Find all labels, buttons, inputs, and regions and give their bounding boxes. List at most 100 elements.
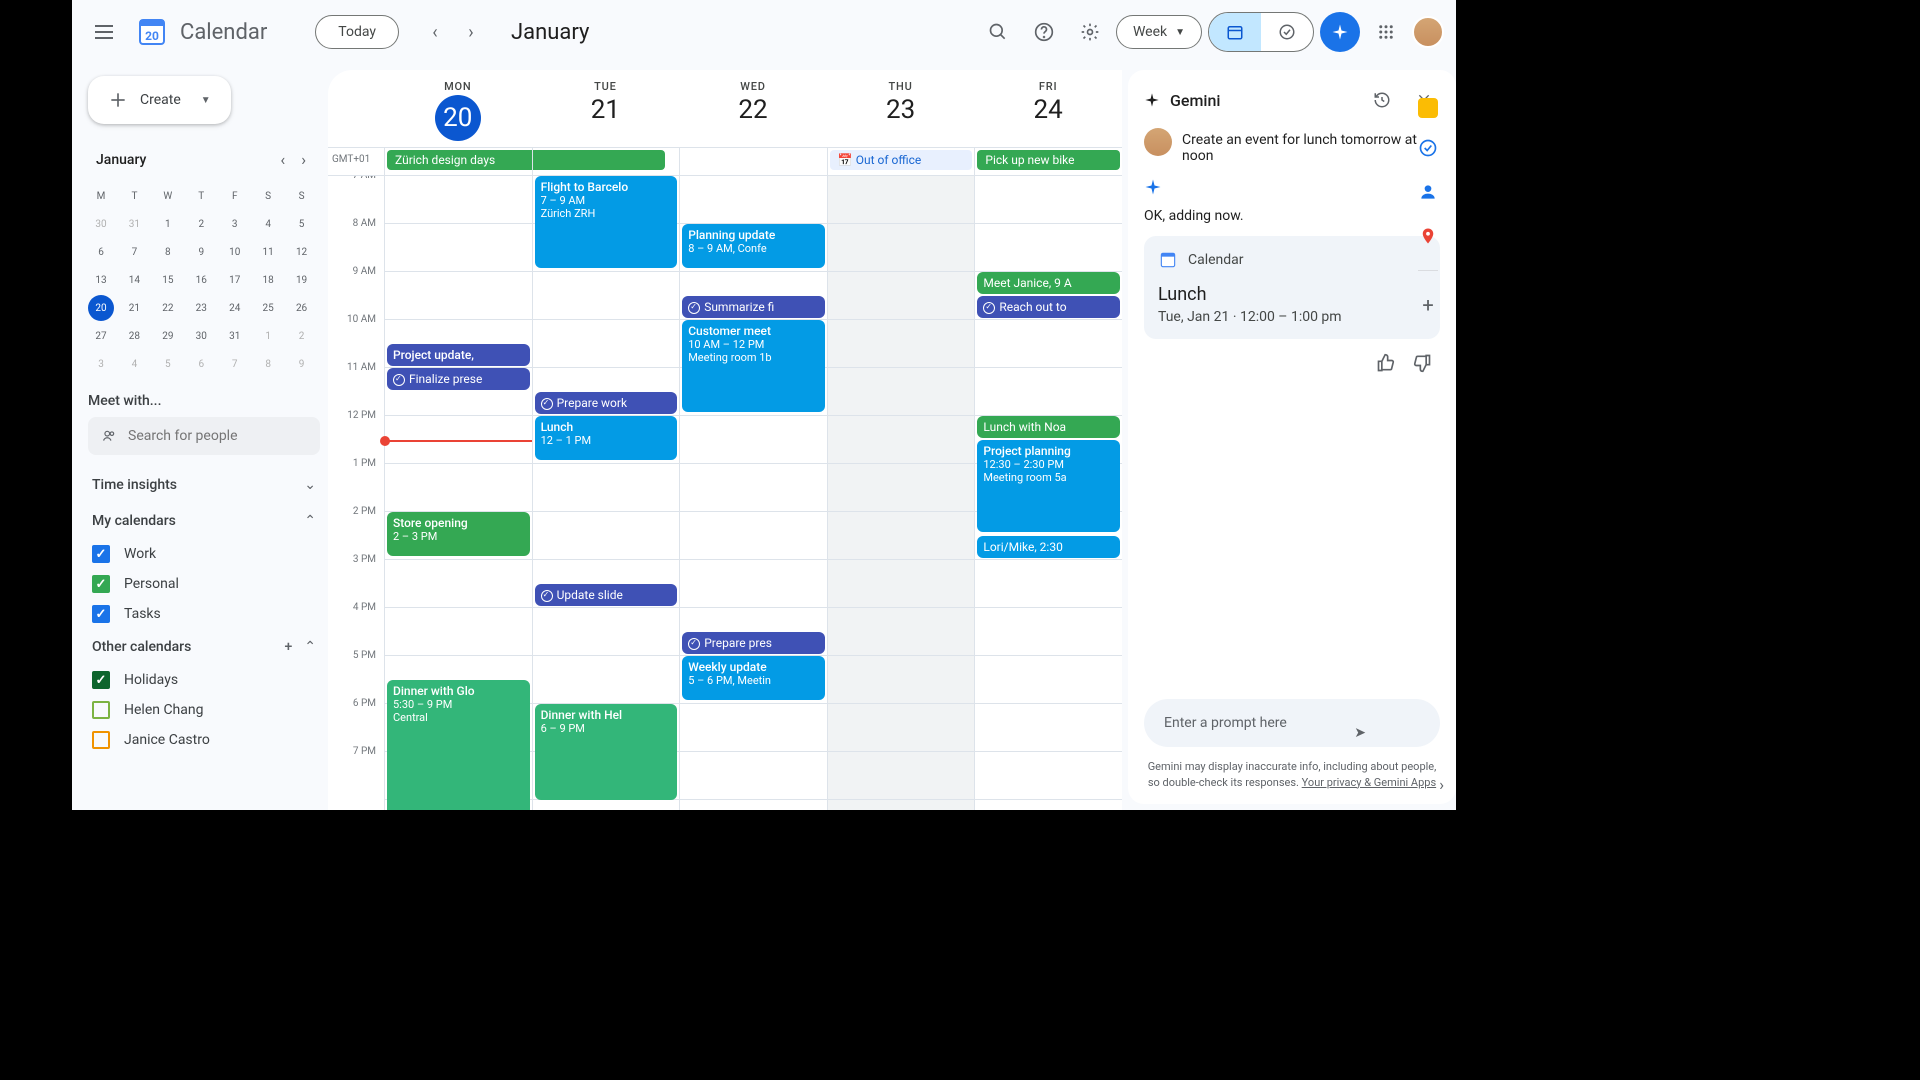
mini-cal-day[interactable]: 7	[222, 351, 248, 377]
mini-cal-day[interactable]: 8	[255, 351, 281, 377]
settings-button[interactable]	[1070, 12, 1110, 52]
mini-cal-day[interactable]: 5	[155, 351, 181, 377]
mini-cal-day[interactable]: 11	[255, 239, 281, 265]
maps-icon[interactable]	[1414, 222, 1442, 250]
keep-icon[interactable]	[1418, 98, 1438, 118]
day-header[interactable]: WED22	[679, 70, 827, 147]
mini-cal-day[interactable]: 22	[155, 295, 181, 321]
mini-cal-prev[interactable]: ‹	[274, 148, 291, 171]
other-calendars-section[interactable]: Other calendars +⌃	[88, 629, 320, 665]
day-column-fri[interactable]: Meet Janice, 9 A Reach out to Lunch with…	[974, 176, 1122, 810]
time-insights-section[interactable]: Time insights⌄	[88, 467, 320, 503]
event[interactable]: Planning update8 – 9 AM, Confe	[682, 224, 825, 268]
day-header[interactable]: MON20	[384, 70, 532, 147]
prev-week-button[interactable]: ‹	[419, 16, 451, 48]
create-button[interactable]: Create ▼	[88, 76, 231, 124]
mini-cal-day[interactable]: 30	[88, 211, 114, 237]
add-addon-icon[interactable]: +	[1414, 291, 1442, 319]
history-button[interactable]	[1366, 84, 1398, 116]
mini-cal-day[interactable]: 13	[88, 267, 114, 293]
next-week-button[interactable]: ›	[455, 16, 487, 48]
calendar-item[interactable]: Helen Chang	[88, 695, 320, 725]
mini-cal-day[interactable]: 3	[222, 211, 248, 237]
event-lunch[interactable]: Lunch12 – 1 PM	[535, 416, 678, 460]
mini-cal-day[interactable]: 6	[188, 351, 214, 377]
day-column-wed[interactable]: Planning update8 – 9 AM, Confe Summarize…	[679, 176, 827, 810]
task-event[interactable]: Reach out to	[977, 296, 1120, 318]
calendar-item[interactable]: Janice Castro	[88, 725, 320, 755]
task-event[interactable]: Summarize fi	[682, 296, 825, 318]
event[interactable]: Lunch with Noa	[977, 416, 1120, 438]
task-event[interactable]: Finalize prese	[387, 368, 530, 390]
event[interactable]: Project update,	[387, 344, 530, 366]
density-toggle[interactable]	[1208, 12, 1314, 52]
mini-cal-day[interactable]: 30	[188, 323, 214, 349]
mini-cal-day[interactable]: 1	[255, 323, 281, 349]
mini-cal-day[interactable]: 16	[188, 267, 214, 293]
mini-cal-day[interactable]: 8	[155, 239, 181, 265]
day-header[interactable]: FRI24	[974, 70, 1122, 147]
day-column-tue[interactable]: Flight to Barcelo7 – 9 AMZürich ZRH Prep…	[532, 176, 680, 810]
allday-event-ooo[interactable]: 📅 Out of office	[830, 150, 973, 170]
event[interactable]: Dinner with Glo5:30 – 9 PMCentral	[387, 680, 530, 810]
add-calendar-icon[interactable]: +	[284, 639, 292, 655]
task-event[interactable]: Prepare pres	[682, 632, 825, 654]
mini-cal-next[interactable]: ›	[295, 148, 312, 171]
mini-cal-day[interactable]: 4	[121, 351, 147, 377]
tasks-icon[interactable]	[1414, 134, 1442, 162]
mini-cal-day[interactable]: 2	[289, 323, 315, 349]
mini-cal-day[interactable]: 9	[289, 351, 315, 377]
view-selector[interactable]: Week▼	[1116, 15, 1202, 49]
allday-event[interactable]: Pick up new bike	[977, 150, 1120, 170]
mini-cal-day[interactable]: 23	[188, 295, 214, 321]
contacts-icon[interactable]	[1414, 178, 1442, 206]
gemini-event-card[interactable]: Calendar Lunch Tue, Jan 21 · 12:00 – 1:0…	[1144, 236, 1440, 339]
help-button[interactable]	[1024, 12, 1064, 52]
mini-cal-day[interactable]: 15	[155, 267, 181, 293]
day-column-thu[interactable]	[827, 176, 975, 810]
mini-cal-day[interactable]: 5	[289, 211, 315, 237]
search-button[interactable]	[978, 12, 1018, 52]
account-avatar[interactable]	[1412, 16, 1444, 48]
mini-cal-day[interactable]: 26	[289, 295, 315, 321]
mini-cal-day[interactable]: 20	[88, 295, 114, 321]
day-column-mon[interactable]: Project update, Finalize prese Store ope…	[384, 176, 532, 810]
day-header[interactable]: THU23	[827, 70, 975, 147]
calendar-item[interactable]: Work	[88, 539, 320, 569]
today-button[interactable]: Today	[315, 15, 399, 49]
mini-cal-day[interactable]: 14	[121, 267, 147, 293]
event[interactable]: Dinner with Hel6 – 9 PM	[535, 704, 678, 800]
mini-cal-day[interactable]: 31	[222, 323, 248, 349]
search-people-input[interactable]	[88, 417, 320, 455]
event[interactable]: Customer meet10 AM – 12 PMMeeting room 1…	[682, 320, 825, 412]
mini-cal-day[interactable]: 6	[88, 239, 114, 265]
calendar-item[interactable]: Personal	[88, 569, 320, 599]
privacy-link[interactable]: Your privacy & Gemini Apps	[1302, 776, 1436, 789]
calendar-item[interactable]: Tasks	[88, 599, 320, 629]
mini-cal-day[interactable]: 31	[121, 211, 147, 237]
main-menu-button[interactable]	[84, 12, 124, 52]
mini-cal-day[interactable]: 3	[88, 351, 114, 377]
calendar-view-icon[interactable]	[1209, 13, 1261, 51]
mini-cal-day[interactable]: 12	[289, 239, 315, 265]
event[interactable]: Meet Janice, 9 A	[977, 272, 1120, 294]
mini-calendar[interactable]: MTWTFSS303112345678910111213141516171819…	[88, 183, 320, 377]
tasks-view-icon[interactable]	[1261, 13, 1313, 51]
mini-cal-day[interactable]: 17	[222, 267, 248, 293]
event[interactable]: Project planning12:30 – 2:30 PMMeeting r…	[977, 440, 1120, 532]
thumbs-up-button[interactable]	[1376, 353, 1396, 377]
mini-cal-day[interactable]: 9	[188, 239, 214, 265]
event[interactable]: Weekly update5 – 6 PM, Meetin	[682, 656, 825, 700]
mini-cal-day[interactable]: 19	[289, 267, 315, 293]
mini-cal-day[interactable]: 7	[121, 239, 147, 265]
event[interactable]: Lori/Mike, 2:30	[977, 536, 1120, 558]
mini-cal-day[interactable]: 18	[255, 267, 281, 293]
apps-button[interactable]	[1366, 12, 1406, 52]
mini-cal-day[interactable]: 10	[222, 239, 248, 265]
mini-cal-day[interactable]: 21	[121, 295, 147, 321]
mini-cal-day[interactable]: 4	[255, 211, 281, 237]
mini-cal-day[interactable]: 25	[255, 295, 281, 321]
task-event[interactable]: Prepare work	[535, 392, 678, 414]
mini-cal-day[interactable]: 29	[155, 323, 181, 349]
mini-cal-day[interactable]: 24	[222, 295, 248, 321]
